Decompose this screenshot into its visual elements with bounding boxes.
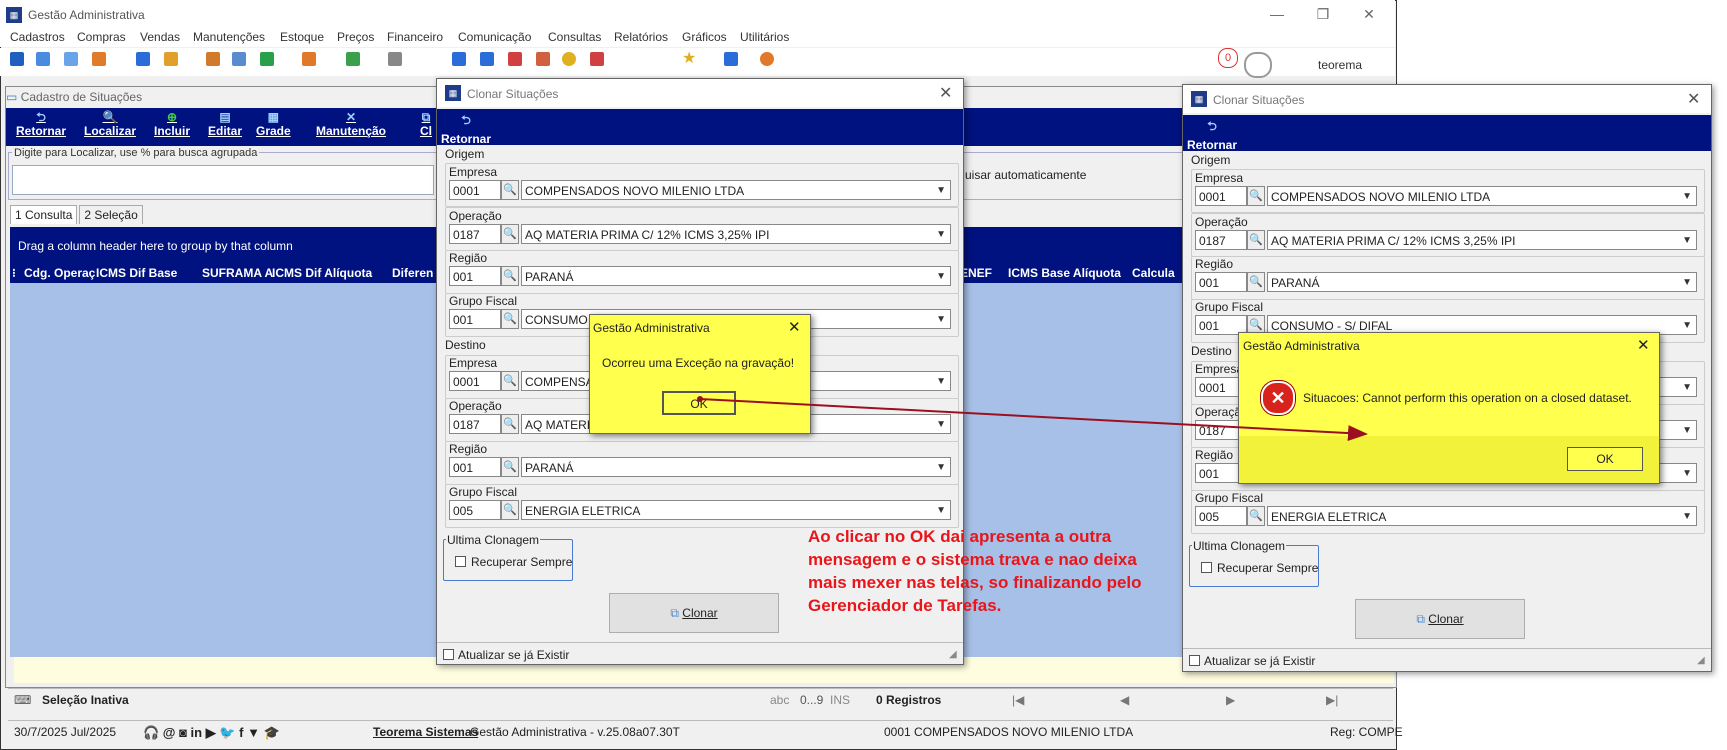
annotation-arrow <box>697 396 1368 442</box>
annotation-note: Ao clicar no OK dai apresenta a outra me… <box>808 527 1142 615</box>
